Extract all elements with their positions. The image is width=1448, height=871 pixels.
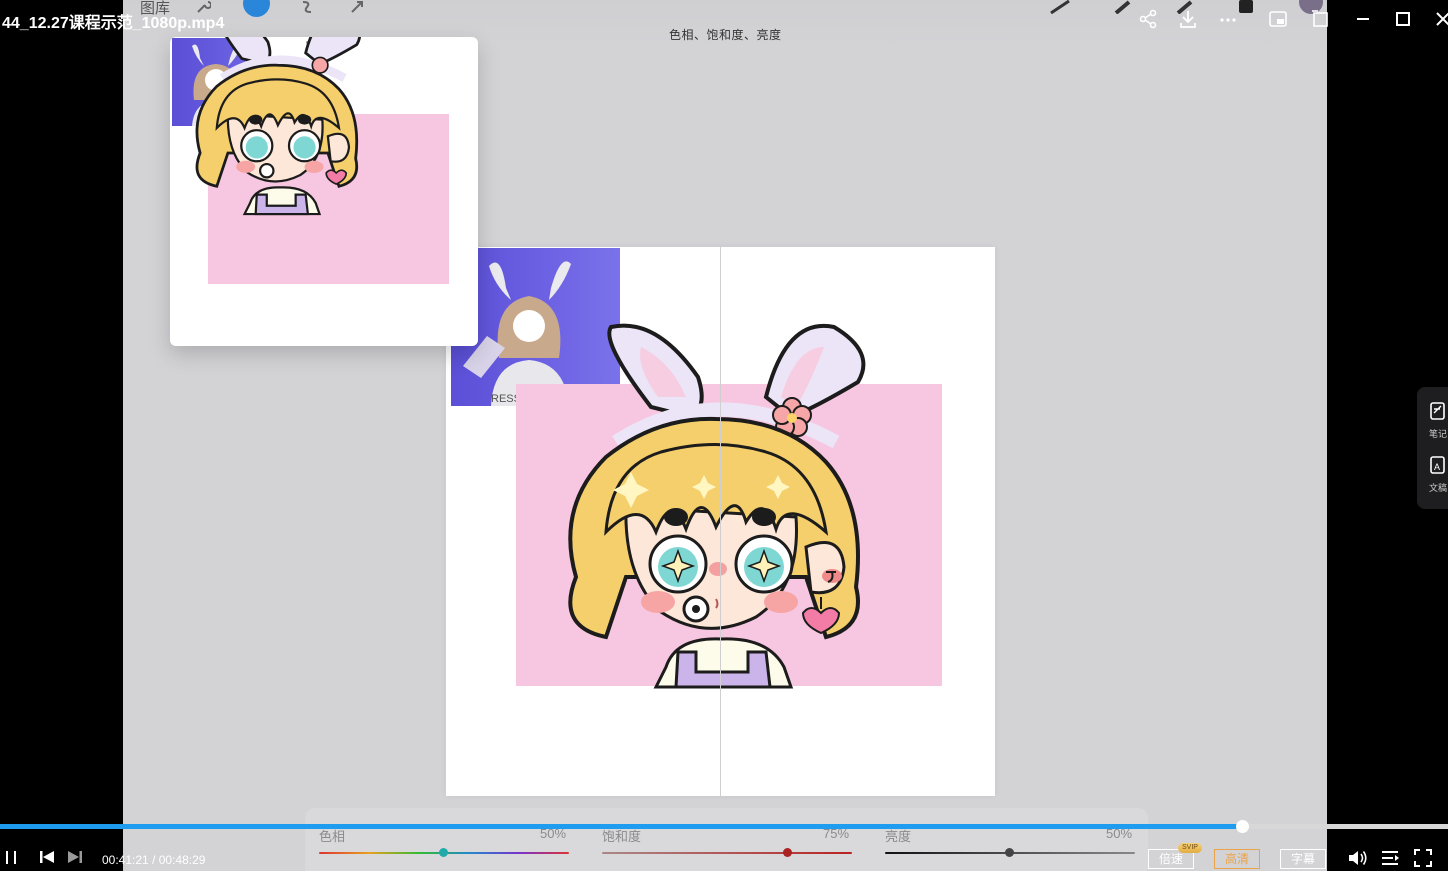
transcript-label: 文稿 bbox=[1429, 483, 1448, 493]
reference-panel[interactable] bbox=[170, 37, 478, 346]
skip-forward-icon bbox=[68, 851, 82, 863]
pause-icon bbox=[6, 851, 16, 864]
saturation-slider-knob[interactable] bbox=[783, 848, 792, 857]
symmetry-guide-line bbox=[720, 247, 721, 796]
adjustment-title: 色相、饱和度、亮度 bbox=[669, 28, 782, 42]
playlist-button[interactable] bbox=[1380, 848, 1400, 868]
hue-slider-knob[interactable] bbox=[439, 848, 448, 857]
layers-icon bbox=[1237, 0, 1255, 14]
video-file-title: 44_12.27课程示范_1080p.mp4 bbox=[2, 15, 225, 32]
video-frame[interactable]: 图库 色相、饱和度、亮度 RESSUN 色相 50% 饱和度 75% 亮度 50… bbox=[123, 0, 1327, 871]
progress-bar-fill bbox=[0, 824, 1243, 829]
side-tool-panel: 笔记 A 文稿 bbox=[1417, 387, 1448, 509]
volume-button[interactable] bbox=[1347, 848, 1369, 868]
video-player: 图库 色相、饱和度、亮度 RESSUN 色相 50% 饱和度 75% 亮度 50… bbox=[0, 0, 1448, 871]
brush-icon bbox=[1049, 0, 1071, 15]
drawing-canvas: RESSUN bbox=[446, 247, 995, 796]
total-time: 00:48:29 bbox=[158, 853, 206, 867]
note-icon bbox=[1430, 402, 1445, 420]
transform-arrow-icon bbox=[349, 0, 365, 14]
current-time: 00:41:21 bbox=[102, 853, 149, 867]
time-separator: / bbox=[152, 853, 156, 867]
skip-back-icon bbox=[40, 851, 54, 863]
selection-icon bbox=[299, 0, 315, 14]
close-icon[interactable] bbox=[1432, 9, 1448, 29]
previous-button[interactable] bbox=[38, 848, 56, 866]
download-icon[interactable] bbox=[1177, 9, 1199, 29]
progress-bar[interactable] bbox=[0, 820, 1448, 833]
mini-window-icon[interactable] bbox=[1309, 9, 1331, 29]
notes-label: 笔记 bbox=[1429, 429, 1448, 439]
maximize-icon[interactable] bbox=[1392, 9, 1414, 29]
playlist-icon bbox=[1382, 851, 1399, 865]
pause-button[interactable] bbox=[4, 848, 18, 866]
playback-time: 00:41:21 / 00:48:29 bbox=[102, 853, 205, 867]
quality-button[interactable]: 高清 bbox=[1214, 849, 1260, 869]
fullscreen-icon bbox=[1414, 849, 1432, 867]
notes-button[interactable]: 笔记 bbox=[1429, 401, 1448, 440]
share-icon[interactable] bbox=[1137, 9, 1159, 29]
svg-text:A: A bbox=[1434, 462, 1440, 472]
picture-in-picture-icon[interactable] bbox=[1267, 9, 1289, 29]
fullscreen-button[interactable] bbox=[1413, 848, 1433, 868]
brightness-slider-knob[interactable] bbox=[1005, 848, 1014, 857]
adjustments-icon bbox=[243, 0, 270, 17]
transcript-icon: A bbox=[1430, 456, 1445, 474]
next-button[interactable] bbox=[66, 848, 84, 866]
saturation-slider-track[interactable] bbox=[602, 852, 852, 854]
minimize-icon[interactable] bbox=[1352, 9, 1374, 29]
svip-badge: SVIP bbox=[1178, 843, 1202, 853]
reference-bunny-illustration bbox=[195, 37, 361, 216]
more-icon[interactable] bbox=[1217, 9, 1239, 29]
subtitles-button[interactable]: 字幕 bbox=[1280, 849, 1326, 869]
hsb-adjustment-panel: 色相 50% 饱和度 75% 亮度 50% bbox=[305, 808, 1148, 871]
transcript-button[interactable]: A 文稿 bbox=[1429, 455, 1448, 494]
smudge-icon bbox=[1113, 0, 1133, 15]
volume-icon bbox=[1349, 851, 1367, 865]
